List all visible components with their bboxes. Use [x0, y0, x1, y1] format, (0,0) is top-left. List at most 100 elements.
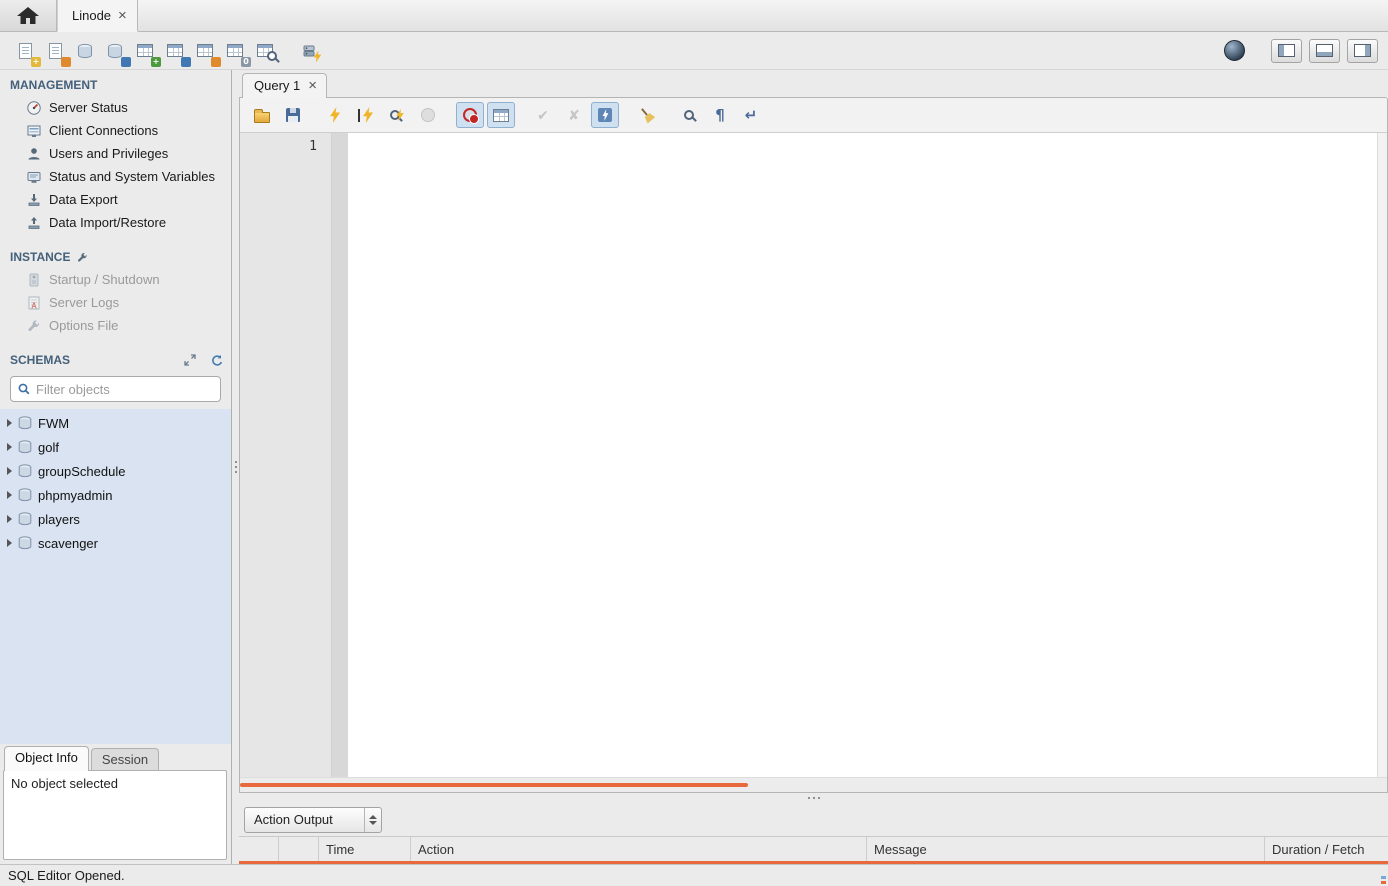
toggle-autocommit-button[interactable]	[591, 102, 619, 128]
output-type-select[interactable]: Action Output	[244, 807, 382, 833]
schema-name: groupSchedule	[38, 464, 125, 479]
management-section-title: MANAGEMENT	[0, 70, 231, 96]
new-view-button[interactable]	[160, 37, 190, 65]
toggle-right-sidebar-button[interactable]	[1347, 39, 1378, 63]
schema-row-groupschedule[interactable]: groupSchedule	[0, 459, 231, 483]
refresh-icon	[210, 354, 223, 367]
instance-section-title: INSTANCE	[0, 234, 231, 268]
stop-icon	[421, 108, 435, 122]
execute-current-button[interactable]	[352, 102, 380, 128]
horizontal-splitter[interactable]	[239, 793, 1388, 803]
status-sphere-icon[interactable]	[1224, 40, 1245, 61]
toggle-left-sidebar-button[interactable]	[1271, 39, 1302, 63]
column-index	[279, 837, 319, 861]
schema-filter-input[interactable]	[36, 382, 214, 397]
schema-name: scavenger	[38, 536, 98, 551]
explain-button[interactable]	[383, 102, 411, 128]
toggle-output-area-button[interactable]	[1309, 39, 1340, 63]
sidebar-item-server-logs[interactable]: A Server Logs	[0, 291, 231, 314]
expander-triangle-icon[interactable]	[7, 491, 12, 499]
save-script-button[interactable]	[279, 102, 307, 128]
sidebar-item-status-system-variables[interactable]: Status and System Variables	[0, 165, 231, 188]
schema-row-golf[interactable]: golf	[0, 435, 231, 459]
arrow-up-icon	[369, 815, 377, 819]
resize-grip-icon[interactable]	[1381, 876, 1386, 884]
sidebar-item-server-status[interactable]: Server Status	[0, 96, 231, 119]
refresh-schemas-button[interactable]	[210, 354, 223, 367]
expander-triangle-icon[interactable]	[7, 515, 12, 523]
limit-rows-button[interactable]	[487, 102, 515, 128]
expander-triangle-icon[interactable]	[7, 539, 12, 547]
execute-button[interactable]	[321, 102, 349, 128]
expander-triangle-icon[interactable]	[7, 443, 12, 451]
schema-filter	[10, 376, 221, 402]
editor-vertical-scrollbar[interactable]	[1377, 133, 1387, 777]
line-number: 1	[309, 139, 317, 154]
open-file-button[interactable]	[248, 102, 276, 128]
schema-row-players[interactable]: players	[0, 507, 231, 531]
sidebar-item-label: Options File	[49, 318, 118, 333]
find-button[interactable]	[675, 102, 703, 128]
new-procedure-button[interactable]	[190, 37, 220, 65]
show-invisibles-button[interactable]: ¶	[706, 102, 734, 128]
expand-schemas-button[interactable]	[184, 354, 196, 366]
sidebar-item-client-connections[interactable]: Client Connections	[0, 119, 231, 142]
rollback-button[interactable]: ✘	[560, 102, 588, 128]
sidebar-item-label: Server Logs	[49, 295, 119, 310]
output-area: Action Output Time Action Message Durati…	[239, 803, 1388, 864]
schema-row-fwm[interactable]: FWM	[0, 411, 231, 435]
new-function-button[interactable]: 0	[220, 37, 250, 65]
search-table-data-button[interactable]	[250, 37, 280, 65]
sidebar-item-label: Client Connections	[49, 123, 158, 138]
query-tabbar: Query 1 ×	[239, 70, 1388, 97]
close-query-tab-icon[interactable]: ×	[308, 78, 317, 93]
wrap-text-button[interactable]: ↵	[737, 102, 765, 128]
query-tab[interactable]: Query 1 ×	[242, 73, 327, 98]
reconnect-dbms-button[interactable]	[294, 37, 324, 65]
schema-row-scavenger[interactable]: scavenger	[0, 531, 231, 555]
autocommit-icon	[598, 108, 612, 122]
column-time: Time	[319, 837, 411, 861]
expander-triangle-icon[interactable]	[7, 419, 12, 427]
sidebar-item-label: Data Export	[49, 192, 118, 207]
sidebar-item-startup-shutdown[interactable]: Startup / Shutdown	[0, 268, 231, 291]
clear-query-button[interactable]	[633, 102, 661, 128]
code-area[interactable]	[348, 133, 1377, 777]
editor-horizontal-scrollbar[interactable]	[240, 777, 1387, 792]
new-schema-script-button[interactable]	[100, 37, 130, 65]
splitter-grip-icon	[235, 461, 237, 473]
schema-row-phpmyadmin[interactable]: phpmyadmin	[0, 483, 231, 507]
tab-session[interactable]: Session	[91, 748, 159, 771]
open-sql-script-button[interactable]	[40, 37, 70, 65]
close-tab-icon[interactable]: ×	[118, 8, 127, 23]
schema-tree[interactable]: FWM golf groupSchedule phpmyadmin	[0, 409, 231, 744]
vertical-splitter[interactable]	[232, 70, 239, 864]
table-icon	[227, 44, 243, 57]
connection-tab-linode[interactable]: Linode ×	[57, 0, 138, 32]
sidebar-item-users-privileges[interactable]: Users and Privileges	[0, 142, 231, 165]
expander-triangle-icon[interactable]	[7, 467, 12, 475]
broom-icon	[636, 104, 659, 127]
new-query-tab-button[interactable]: +	[10, 37, 40, 65]
scrollbar-thumb[interactable]	[240, 783, 748, 787]
sidebar-item-data-import[interactable]: Data Import/Restore	[0, 211, 231, 234]
stop-button[interactable]	[414, 102, 442, 128]
new-table-button[interactable]: +	[130, 37, 160, 65]
sidebar-item-data-export[interactable]: Data Export	[0, 188, 231, 211]
schema-name: phpmyadmin	[38, 488, 112, 503]
select-stepper[interactable]	[364, 808, 381, 832]
sidebar-item-label: Startup / Shutdown	[49, 272, 160, 287]
right-panel-icon	[1354, 44, 1371, 57]
home-tab[interactable]	[0, 0, 57, 31]
sidebar-item-options-file[interactable]: Options File	[0, 314, 231, 337]
toggle-stop-on-error-button[interactable]	[456, 102, 484, 128]
cross-icon: ✘	[568, 107, 580, 124]
table-icon	[167, 44, 183, 57]
tab-object-info[interactable]: Object Info	[4, 746, 89, 771]
new-schema-button[interactable]	[70, 37, 100, 65]
schema-name: players	[38, 512, 80, 527]
column-message: Message	[867, 837, 1265, 861]
schema-icon	[18, 488, 32, 502]
commit-button[interactable]: ✔	[529, 102, 557, 128]
search-icon	[684, 110, 694, 120]
